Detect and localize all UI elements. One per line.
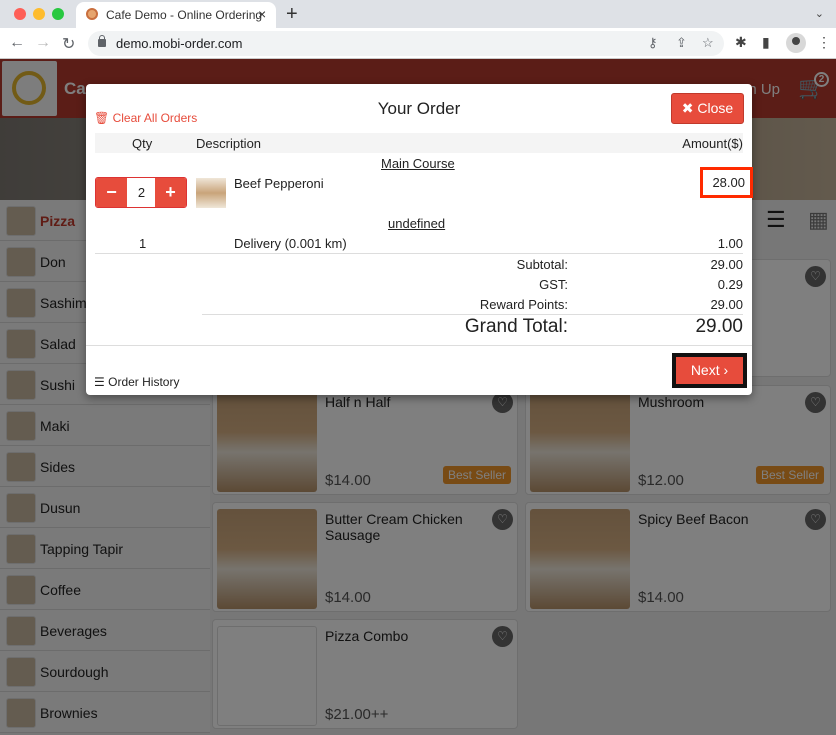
order-modal: 🗑 Clear All Orders Your Order ✖ Close Qt… xyxy=(86,84,753,395)
item-thumbnail xyxy=(196,178,226,208)
order-table-header: Qty Description Amount($) xyxy=(95,133,743,153)
qty-value[interactable]: 2 xyxy=(127,178,156,207)
column-description: Description xyxy=(196,136,262,151)
order-history-link[interactable]: ☰ Order History xyxy=(94,375,179,389)
url-omnibox[interactable]: demo.mobi-order.com ⚷ ⇪ ☆ xyxy=(88,31,724,56)
browser-menu-icon[interactable]: ⋮ xyxy=(817,34,831,51)
list-icon: ☰ xyxy=(94,375,105,389)
delivery-description: Delivery (0.001 km) xyxy=(234,236,347,251)
column-qty: Qty xyxy=(132,136,153,151)
tab-search-chevron-icon[interactable]: ⌄ xyxy=(815,7,824,20)
chevron-right-icon: › xyxy=(723,362,729,378)
close-button[interactable]: ✖ Close xyxy=(671,93,744,124)
subtotal-label: Subtotal: xyxy=(516,257,568,272)
key-icon[interactable]: ⚷ xyxy=(648,35,658,51)
section-title-main-course: Main Course xyxy=(381,156,455,171)
browser-tab-bar: Cafe Demo - Online Ordering × + ⌄ xyxy=(0,0,836,28)
forward-arrow-icon[interactable]: → xyxy=(35,34,51,52)
column-amount: Amount($) xyxy=(682,136,743,151)
reload-icon[interactable]: ↻ xyxy=(62,34,75,54)
footer-divider xyxy=(86,345,752,346)
reward-points-label: Reward Points: xyxy=(479,297,568,312)
delivery-qty: 1 xyxy=(139,236,147,251)
gst-label: GST: xyxy=(539,277,568,292)
address-bar-row: ← → ↻ demo.mobi-order.com ⚷ ⇪ ☆ ✱ ▮ ⋮ xyxy=(0,28,836,59)
extensions-puzzle-icon[interactable]: ✱ xyxy=(735,34,747,51)
divider xyxy=(202,314,743,315)
gst-value: 0.29 xyxy=(717,277,743,292)
browser-tab[interactable]: Cafe Demo - Online Ordering × xyxy=(76,2,276,28)
decrease-qty-button[interactable]: − xyxy=(96,178,127,207)
new-tab-button[interactable]: + xyxy=(286,3,298,26)
increase-qty-button[interactable]: + xyxy=(155,178,186,207)
share-icon[interactable]: ⇪ xyxy=(676,35,687,51)
section-title-undefined: undefined xyxy=(388,216,446,231)
grand-total-label: Grand Total: xyxy=(464,316,568,337)
profile-avatar-icon[interactable] xyxy=(786,33,806,53)
maximize-window-button[interactable] xyxy=(52,8,64,20)
close-x-icon: ✖ xyxy=(681,100,694,116)
modal-title: Your Order xyxy=(377,99,461,118)
item-name: Beef Pepperoni xyxy=(234,176,324,191)
close-window-button[interactable] xyxy=(14,8,26,20)
favicon-icon xyxy=(86,8,98,20)
grand-total-value: 29.00 xyxy=(695,316,743,337)
quantity-stepper: − 2 + xyxy=(95,177,187,208)
side-panel-icon[interactable]: ▮ xyxy=(762,34,770,51)
divider xyxy=(95,253,743,254)
tab-title: Cafe Demo - Online Ordering xyxy=(106,8,263,22)
subtotal-value: 29.00 xyxy=(710,257,743,272)
url-text[interactable]: demo.mobi-order.com xyxy=(116,36,242,51)
tab-close-icon[interactable]: × xyxy=(258,6,266,22)
next-button[interactable]: Next › xyxy=(672,353,747,388)
item-amount: 28.00 xyxy=(700,167,753,198)
back-arrow-icon[interactable]: ← xyxy=(9,34,25,52)
lock-icon xyxy=(98,35,106,47)
delivery-amount: 1.00 xyxy=(717,236,743,251)
reward-points-value: 29.00 xyxy=(710,297,743,312)
minimize-window-button[interactable] xyxy=(33,8,45,20)
bookmark-star-icon[interactable]: ☆ xyxy=(702,35,714,51)
